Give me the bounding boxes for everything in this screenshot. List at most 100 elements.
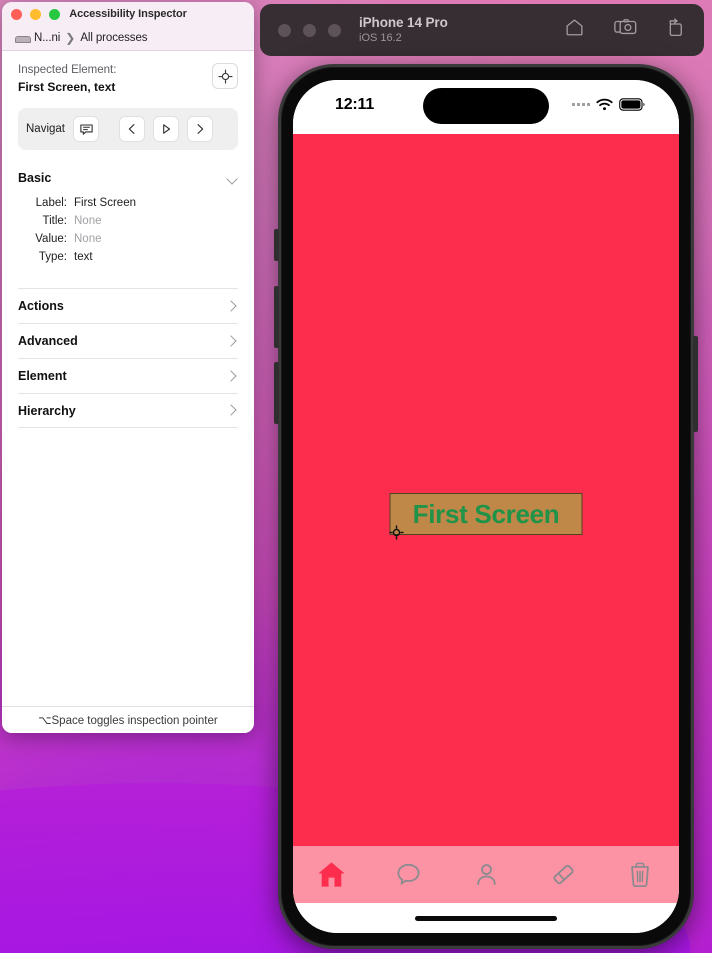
inspection-pointer-hint: ⌥Space toggles inspection pointer (38, 715, 218, 727)
close-window-button[interactable] (11, 8, 22, 20)
home-indicator-area (293, 903, 679, 933)
eraser-icon (553, 864, 574, 885)
property-row: Label: First Screen (18, 194, 238, 212)
person-icon (476, 864, 496, 885)
silent-switch-button[interactable] (274, 229, 279, 261)
inspector-sections-list: Actions Advanced Element Hierarchy (18, 288, 238, 428)
battery-full-icon (619, 98, 645, 111)
inspector-path-bar[interactable]: N...ni ❯ All processes (2, 26, 254, 51)
section-label: Element (18, 369, 67, 383)
path-separator-icon: ❯ (65, 31, 76, 45)
volume-up-button[interactable] (274, 286, 279, 348)
simulator-traffic-lights (278, 23, 341, 37)
basic-section-title: Basic (18, 171, 52, 185)
property-key: Type: (38, 251, 67, 263)
property-row: Type: text (18, 248, 238, 266)
zoom-window-button[interactable] (49, 8, 60, 20)
home-button[interactable] (564, 17, 585, 43)
inspected-element-section: Inspected Element: First Screen, text (18, 62, 238, 96)
phone-screen: 12:11 First Screen (293, 80, 679, 933)
section-actions[interactable]: Actions (18, 288, 238, 323)
target-device-label[interactable]: N...ni (34, 32, 60, 44)
status-bar-indicators (572, 98, 645, 111)
property-value: None (74, 215, 102, 227)
property-key: Value: (35, 233, 67, 245)
navigation-label: Navigat (26, 123, 65, 135)
property-value: First Screen (74, 197, 136, 209)
first-screen-label: First Screen (412, 499, 560, 529)
home-indicator[interactable] (415, 915, 557, 921)
play-triangle-icon (163, 124, 171, 134)
section-element[interactable]: Element (18, 358, 238, 393)
accessibility-highlight-overlay: First Screen (389, 493, 583, 535)
home-icon (318, 862, 345, 887)
tab-home[interactable] (293, 846, 370, 903)
property-row: Title: None (18, 212, 238, 230)
nav-forward-button[interactable] (187, 116, 213, 142)
ios-status-bar: 12:11 (293, 80, 679, 134)
accessibility-inspector-window: Accessibility Inspector N...ni ❯ All pro… (2, 2, 254, 733)
simulator-action-buttons (564, 17, 686, 43)
property-key: Title: (42, 215, 68, 227)
tab-chat[interactable] (370, 846, 447, 903)
nav-play-button[interactable] (153, 116, 179, 142)
simulated-iphone: 12:11 First Screen (274, 64, 698, 949)
tab-trash[interactable] (602, 846, 679, 903)
signal-dots-icon (572, 103, 590, 106)
property-key: Label: (35, 197, 67, 209)
property-value: text (74, 251, 93, 263)
inspected-element-caption: Inspected Element: (18, 64, 117, 76)
inspection-pointer-button[interactable] (212, 63, 238, 89)
inspector-status-bar: ⌥Space toggles inspection pointer (2, 706, 254, 733)
property-value: None (74, 233, 102, 245)
power-button[interactable] (693, 336, 698, 432)
navigation-panel: Navigat (18, 108, 238, 150)
inspector-content: Inspected Element: First Screen, text Na… (2, 51, 254, 706)
app-content-area: First Screen (293, 134, 679, 846)
chevron-right-icon (197, 124, 204, 134)
chevron-right-icon (227, 372, 236, 381)
speech-bubble-button[interactable] (73, 116, 99, 142)
simulator-minimize-button[interactable] (303, 23, 316, 37)
status-bar-clock: 12:11 (335, 96, 375, 113)
section-label: Advanced (18, 334, 78, 348)
wifi-icon (596, 98, 613, 111)
nav-back-button[interactable] (119, 116, 145, 142)
section-label: Actions (18, 299, 64, 313)
camera-icon (614, 19, 637, 35)
rotate-button[interactable] (666, 17, 686, 43)
volume-down-button[interactable] (274, 362, 279, 424)
target-scope-label[interactable]: All processes (80, 32, 147, 44)
inspected-element-value: First Screen, text (18, 80, 116, 94)
simulator-toolbar: iPhone 14 Pro iOS 16.2 (260, 4, 704, 56)
minimize-window-button[interactable] (30, 8, 41, 20)
screenshot-button[interactable] (614, 17, 637, 43)
basic-properties-table: Label: First Screen Title: None Value: N… (18, 194, 238, 266)
ios-simulator-window: iPhone 14 Pro iOS 16.2 12:11 First Scree… (256, 2, 708, 950)
chevron-down-icon[interactable] (227, 175, 238, 182)
tab-profile[interactable] (447, 846, 524, 903)
rotate-icon (669, 18, 682, 37)
simulator-close-button[interactable] (278, 23, 291, 37)
tab-eraser[interactable] (525, 846, 602, 903)
dynamic-island (423, 88, 549, 124)
inspected-element-text: Inspected Element: First Screen, text (18, 62, 116, 96)
section-label: Hierarchy (18, 403, 76, 418)
chevron-left-icon (128, 124, 135, 134)
property-row: Value: None (18, 230, 238, 248)
chat-bubble-icon (397, 863, 420, 885)
simulator-device-name: iPhone 14 Pro (359, 15, 448, 31)
simulator-os-version: iOS 16.2 (359, 32, 402, 45)
inspector-titlebar: Accessibility Inspector (2, 2, 254, 26)
section-hierarchy[interactable]: Hierarchy (18, 393, 238, 428)
simulator-zoom-button[interactable] (328, 23, 341, 37)
section-advanced[interactable]: Advanced (18, 323, 238, 358)
speech-bubble-icon (79, 123, 93, 135)
trash-icon (631, 862, 650, 887)
basic-section-header[interactable]: Basic (18, 171, 238, 185)
crosshair-cursor-icon (389, 525, 404, 540)
chevron-right-icon (227, 406, 236, 415)
simulator-title-group: iPhone 14 Pro iOS 16.2 (359, 15, 448, 44)
home-icon (566, 19, 583, 36)
mac-laptop-icon (14, 33, 31, 44)
